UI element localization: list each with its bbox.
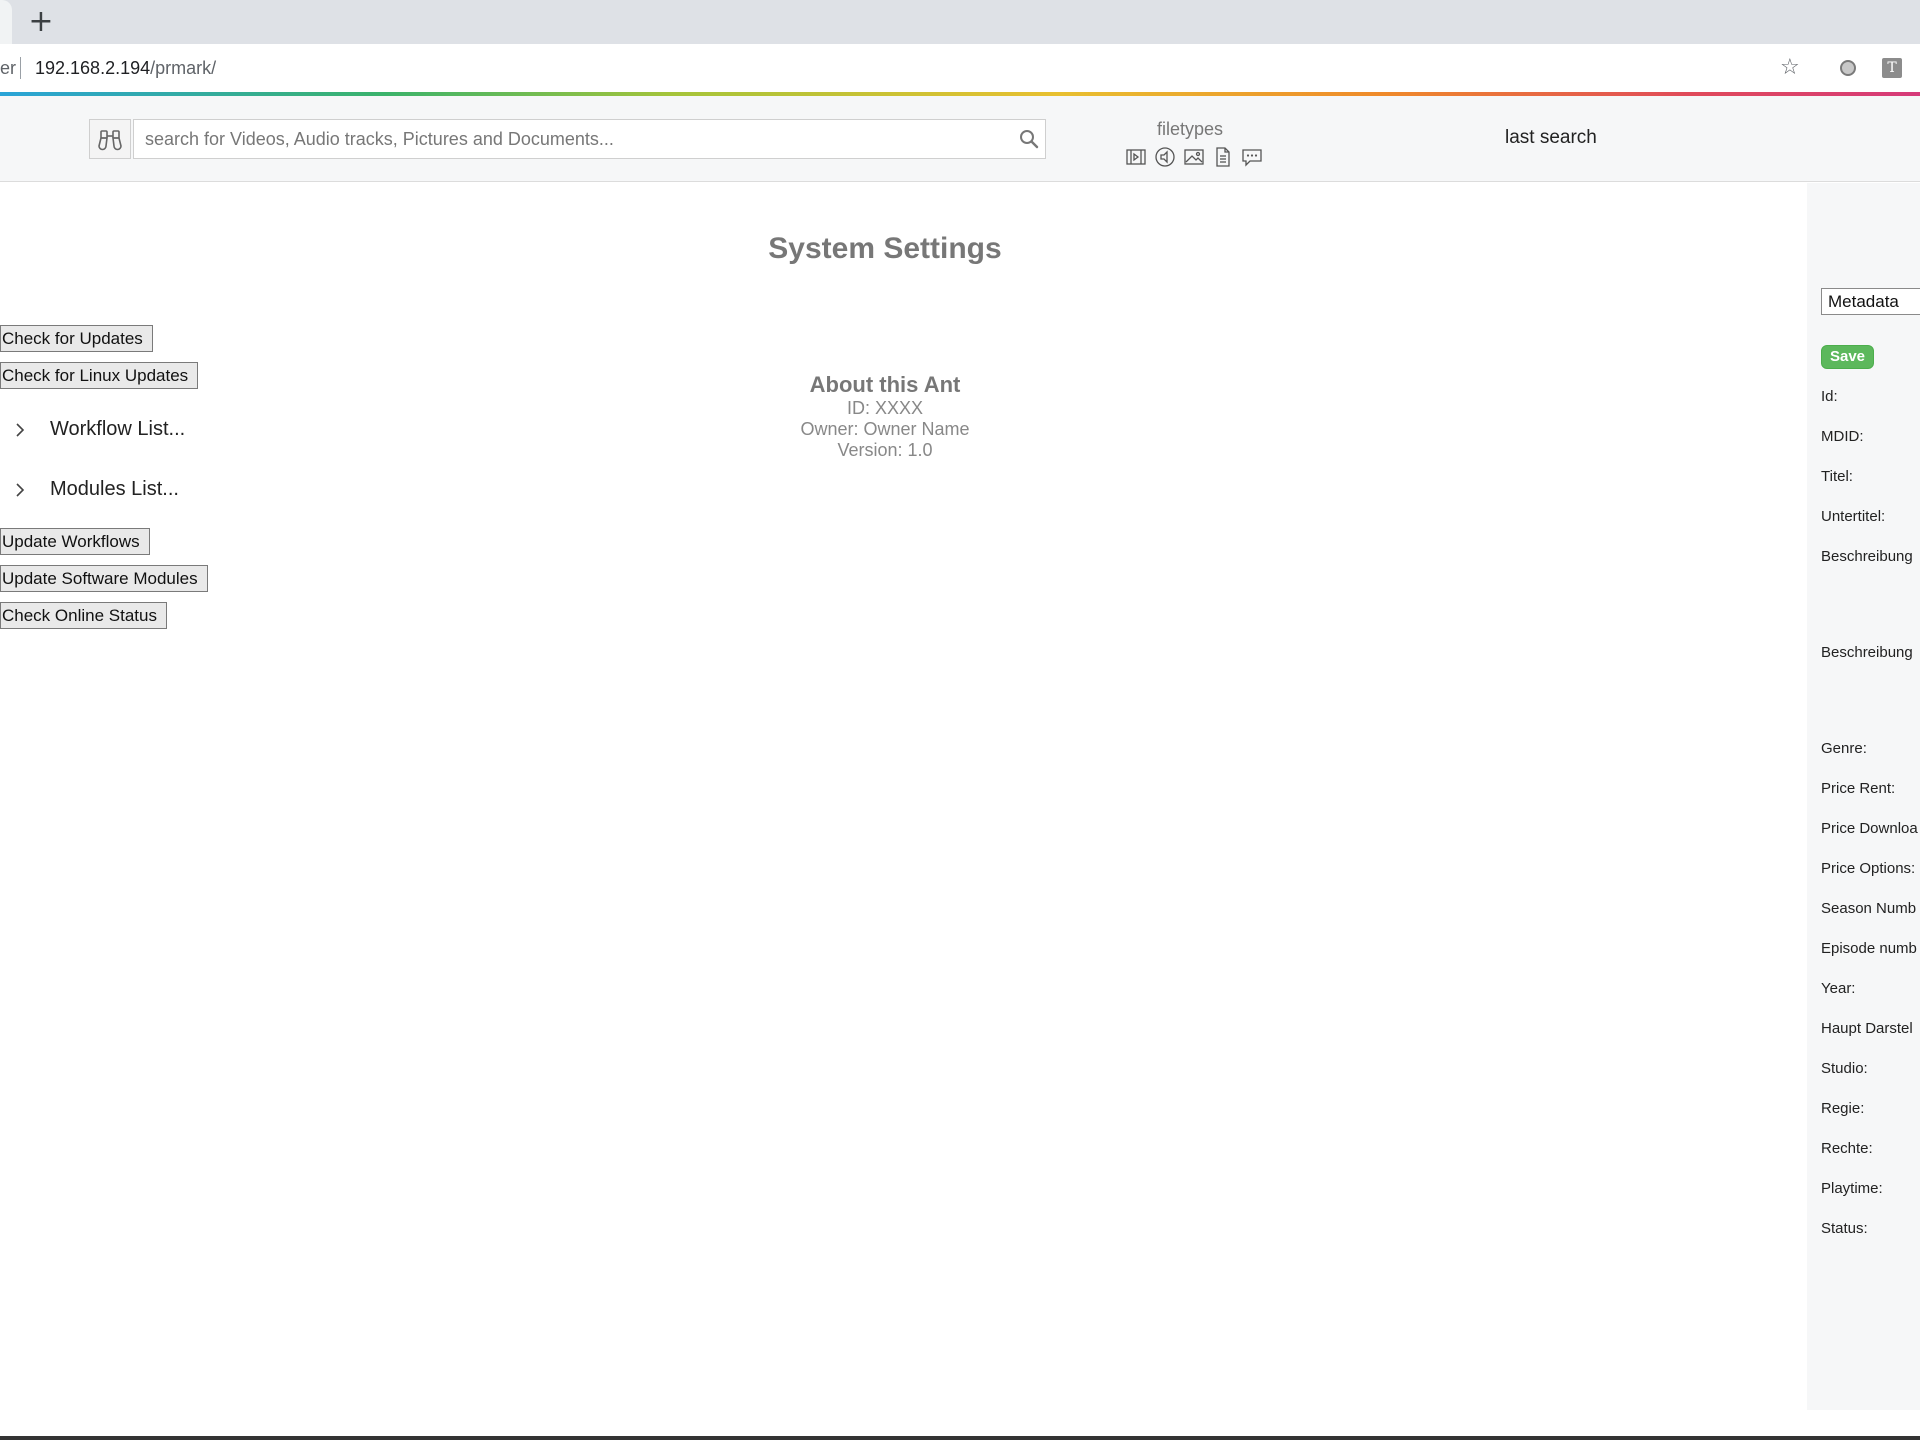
- url-host: 192.168.2.194: [35, 58, 151, 78]
- field-label-year: Year:: [1821, 980, 1856, 997]
- workflow-list-label: Workflow List...: [50, 418, 186, 440]
- picture-icon[interactable]: [1183, 146, 1205, 168]
- workflow-list-toggle[interactable]: Workflow List...: [12, 418, 185, 441]
- extension-circle-icon[interactable]: [1840, 60, 1856, 76]
- filetype-filters: [1125, 146, 1263, 168]
- binoculars-button[interactable]: [89, 119, 131, 159]
- chevron-right-icon: [16, 422, 25, 437]
- field-label-season-number: Season Numb: [1821, 900, 1917, 917]
- omnibox-divider: [20, 57, 21, 79]
- modules-list-toggle[interactable]: Modules List...: [12, 478, 179, 501]
- field-label-beschreibung-2: Beschreibung: [1821, 644, 1913, 661]
- omnibox-site-label: er: [0, 58, 17, 78]
- check-updates-button[interactable]: Check for Updates: [0, 325, 153, 352]
- update-software-modules-button[interactable]: Update Software Modules: [0, 565, 208, 592]
- page-title: System Settings: [768, 232, 1002, 265]
- field-label-status: Status:: [1821, 1220, 1868, 1237]
- field-label-untertitel: Untertitel:: [1821, 508, 1886, 525]
- about-title: About this Ant: [809, 372, 961, 397]
- field-label-playtime: Playtime:: [1821, 1180, 1883, 1197]
- filetypes-label: filetypes: [1156, 119, 1224, 139]
- extension-t-icon[interactable]: T: [1882, 58, 1902, 78]
- check-linux-updates-button[interactable]: Check for Linux Updates: [0, 362, 199, 389]
- video-icon[interactable]: [1125, 146, 1147, 168]
- about-section: About this Ant ID: XXXX Owner: Owner Nam…: [0, 372, 1770, 461]
- browser-toolbar: [0, 44, 1920, 92]
- field-label-titel: Titel:: [1821, 468, 1853, 485]
- bookmark-star-icon[interactable]: ☆: [1780, 55, 1800, 81]
- field-label-price-options: Price Options:: [1821, 860, 1916, 877]
- window-bottom-edge: [0, 1436, 1920, 1440]
- metadata-select[interactable]: Metadata: [1821, 288, 1920, 315]
- comment-icon[interactable]: [1241, 146, 1263, 168]
- new-tab-button[interactable]: +: [27, 6, 55, 38]
- address-bar[interactable]: 192.168.2.194/prmark/: [35, 58, 216, 79]
- about-owner: Owner: Owner Name: [800, 419, 970, 439]
- field-label-haupt-darsteller: Haupt Darstel: [1821, 1020, 1913, 1037]
- audio-icon[interactable]: [1154, 146, 1176, 168]
- field-label-mdid: MDID:: [1821, 428, 1864, 445]
- document-icon[interactable]: [1212, 146, 1234, 168]
- field-label-id: Id:: [1821, 388, 1838, 405]
- check-online-status-button[interactable]: Check Online Status: [0, 602, 167, 629]
- chevron-right-icon: [16, 482, 25, 497]
- binoculars-icon: [98, 130, 122, 151]
- field-label-rechte: Rechte:: [1821, 1140, 1873, 1157]
- field-label-price-rent: Price Rent:: [1821, 780, 1896, 797]
- tab-strip: +: [0, 0, 1920, 44]
- modules-list-label: Modules List...: [50, 478, 179, 500]
- update-workflows-button[interactable]: Update Workflows: [0, 528, 150, 555]
- field-label-studio: Studio:: [1821, 1060, 1868, 1077]
- active-tab[interactable]: [0, 0, 12, 44]
- field-label-genre: Genre:: [1821, 740, 1867, 757]
- url-path: /prmark/: [150, 58, 217, 78]
- search-icon[interactable]: [1018, 128, 1040, 150]
- field-label-regie: Regie:: [1821, 1100, 1865, 1117]
- about-id: ID: XXXX: [846, 398, 924, 418]
- about-version: Version: 1.0: [837, 440, 933, 460]
- save-button[interactable]: Save: [1821, 345, 1874, 369]
- last-search-link[interactable]: last search: [1505, 127, 1597, 149]
- search-input[interactable]: [133, 119, 1046, 159]
- field-label-price-download: Price Downloa: [1821, 820, 1918, 837]
- field-label-episode-number: Episode numb: [1821, 940, 1917, 957]
- field-label-beschreibung: Beschreibung: [1821, 548, 1913, 565]
